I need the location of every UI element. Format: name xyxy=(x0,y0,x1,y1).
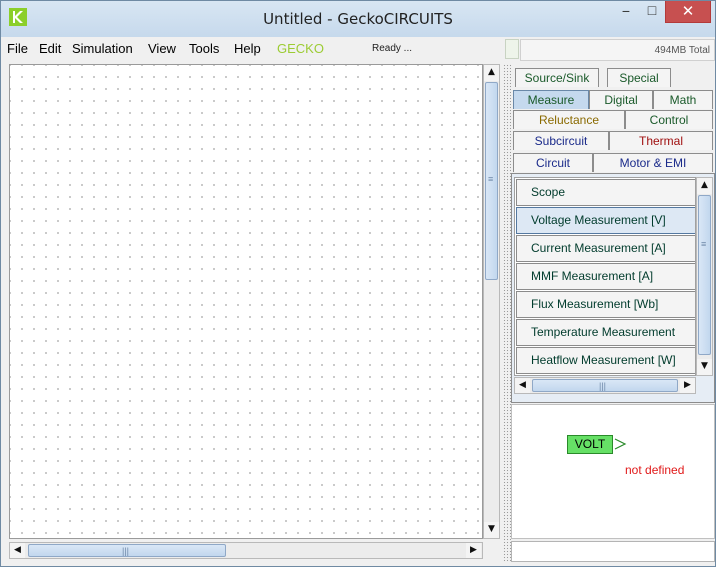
component-preview xyxy=(511,404,715,539)
list-scroll-left-button[interactable]: ◀ xyxy=(515,378,530,393)
close-icon: ✕ xyxy=(681,2,695,20)
list-scroll-down-button[interactable]: ▼ xyxy=(697,359,712,375)
memory-text: 494MB Total xyxy=(654,45,710,56)
scroll-left-button[interactable]: ◀ xyxy=(10,543,25,558)
canvas-vertical-scrollbar[interactable]: ▲ ≡ ▼ xyxy=(483,64,500,539)
canvas-vertical-thumb[interactable]: ≡ xyxy=(485,82,498,280)
arrow-up-icon: ▲ xyxy=(701,180,708,190)
tab-reluctance[interactable]: Reluctance xyxy=(513,110,625,129)
minimize-button[interactable]: − xyxy=(613,1,639,23)
tab-digital[interactable]: Digital xyxy=(589,90,653,109)
tab-control[interactable]: Control xyxy=(625,110,713,129)
menu-tools[interactable]: Tools xyxy=(189,41,219,56)
list-item[interactable]: Voltage Measurement [V] xyxy=(516,207,695,234)
component-list: Scope Voltage Measurement [V] Current Me… xyxy=(514,177,696,376)
tab-thermal[interactable]: Thermal xyxy=(609,131,713,150)
close-button[interactable]: ✕ xyxy=(665,1,711,23)
arrow-up-icon: ▲ xyxy=(488,67,495,77)
grip-icon: ≡ xyxy=(488,174,494,184)
scroll-up-button[interactable]: ▲ xyxy=(484,65,499,81)
list-vertical-scrollbar[interactable]: ▲ ≡ ▼ xyxy=(696,177,713,376)
canvas-horizontal-scrollbar[interactable]: ◀ ||| ▶ xyxy=(9,542,483,559)
list-scroll-right-button[interactable]: ▶ xyxy=(680,378,695,393)
list-item[interactable]: Flux Measurement [Wb] xyxy=(516,291,695,318)
parameter-field[interactable] xyxy=(511,541,715,562)
tab-source-sink[interactable]: Source/Sink xyxy=(515,68,599,87)
list-scroll-up-button[interactable]: ▲ xyxy=(697,178,712,194)
status-text: Ready ... xyxy=(372,43,413,54)
minimize-icon: − xyxy=(621,3,631,19)
tab-special[interactable]: Special xyxy=(607,68,671,87)
scroll-down-button[interactable]: ▼ xyxy=(484,522,499,538)
grip-icon: ≡ xyxy=(701,239,707,249)
menu-view[interactable]: View xyxy=(148,41,176,56)
canvas-horizontal-thumb[interactable]: ||| xyxy=(28,544,226,557)
menu-edit[interactable]: Edit xyxy=(39,41,61,56)
maximize-icon: □ xyxy=(647,2,657,18)
arrow-right-icon: ▶ xyxy=(470,545,477,555)
grip-icon: ||| xyxy=(599,381,607,391)
title-bar[interactable]: Untitled - GeckoCIRCUITS − □ ✕ xyxy=(1,1,715,37)
arrow-left-icon: ◀ xyxy=(14,545,21,555)
not-defined-label: not defined xyxy=(625,463,685,477)
list-horizontal-thumb[interactable]: ||| xyxy=(532,379,678,392)
list-item[interactable]: Scope xyxy=(516,179,695,206)
window-title: Untitled - GeckoCIRCUITS xyxy=(263,10,453,28)
list-item[interactable]: Temperature Measurement xyxy=(516,319,695,346)
volt-component-symbol: VOLT xyxy=(567,435,613,454)
list-horizontal-scrollbar[interactable]: ◀ ||| ▶ xyxy=(514,377,696,394)
arrow-down-icon: ▼ xyxy=(488,524,495,534)
output-arrow-icon xyxy=(614,438,627,450)
list-vertical-thumb[interactable]: ≡ xyxy=(698,195,711,355)
list-item[interactable]: MMF Measurement [A] xyxy=(516,263,695,290)
tab-subcircuit[interactable]: Subcircuit xyxy=(513,131,609,150)
tab-math[interactable]: Math xyxy=(653,90,713,109)
tab-measure[interactable]: Measure xyxy=(513,90,589,109)
scroll-right-button[interactable]: ▶ xyxy=(466,543,481,558)
arrow-right-icon: ▶ xyxy=(684,380,691,390)
menu-file[interactable]: File xyxy=(7,41,28,56)
tab-motor-emi[interactable]: Motor & EMI xyxy=(593,153,713,172)
arrow-down-icon: ▼ xyxy=(701,361,708,371)
menu-gecko[interactable]: GECKO xyxy=(277,41,324,56)
maximize-button[interactable]: □ xyxy=(639,1,665,23)
app-window: Untitled - GeckoCIRCUITS − □ ✕ File Edit… xyxy=(0,0,716,567)
tab-circuit[interactable]: Circuit xyxy=(513,153,593,172)
menu-bar: File Edit Simulation View Tools Help GEC… xyxy=(2,37,505,61)
grip-icon: ||| xyxy=(122,546,130,556)
memory-indicator: 494MB Total xyxy=(520,39,715,61)
list-item[interactable]: Current Measurement [A] xyxy=(516,235,695,262)
split-pane-divider[interactable] xyxy=(503,64,511,562)
schematic-canvas[interactable] xyxy=(9,64,483,539)
status-indicator xyxy=(505,39,519,59)
menu-help[interactable]: Help xyxy=(234,41,261,56)
list-item[interactable]: Heatflow Measurement [W] xyxy=(516,347,695,374)
arrow-left-icon: ◀ xyxy=(519,380,526,390)
menu-simulation[interactable]: Simulation xyxy=(72,41,133,56)
